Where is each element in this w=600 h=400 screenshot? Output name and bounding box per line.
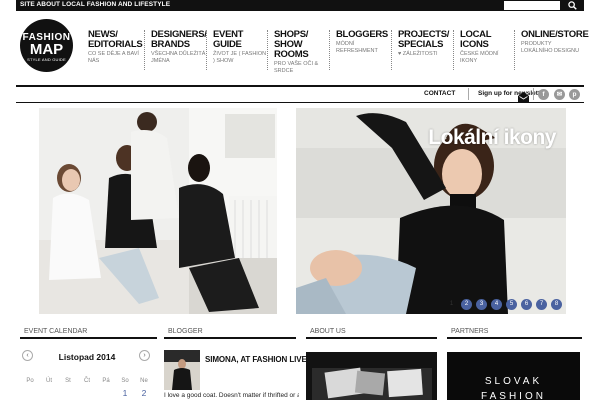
about-us-image[interactable] xyxy=(306,352,437,400)
calendar-month: Listopad 2014 xyxy=(58,352,116,362)
logo-line-2: MAP xyxy=(29,41,64,58)
slider-dot-3[interactable]: 3 xyxy=(476,299,487,310)
partner-name-line-1: SLOVAK xyxy=(484,376,543,387)
nav-item-online-store[interactable]: ONLINE/STORE PRODUKTY LOKÁLNÍHO DESIGNU xyxy=(514,29,589,70)
nav-item-shops[interactable]: SHOPS/ SHOW ROOMS PRO VAŠE OČI & SRDCE xyxy=(267,29,329,74)
nav-subtitle: ♥ ZÁLEŽITOSTI xyxy=(398,51,438,57)
featured-photo-group[interactable] xyxy=(39,108,277,314)
partner-name-line-2: FASHION xyxy=(481,391,546,400)
utility-bar: CONTACT Sign up for newsletter f ✉ p xyxy=(16,88,584,102)
calendar-date[interactable]: 1 xyxy=(116,388,134,398)
section-heading-about: ABOUT US xyxy=(306,325,437,339)
nav-subtitle: PRODUKTY LOKÁLNÍHO DESIGNU xyxy=(521,41,580,54)
newsletter-link[interactable]: Sign up for newsletter xyxy=(478,90,546,97)
partner-logo-slovak-fashion[interactable]: SLOVAK FASHION xyxy=(447,352,580,400)
weekday: St xyxy=(65,378,71,384)
slider-dot-8[interactable]: 8 xyxy=(551,299,562,310)
search-icon xyxy=(567,1,577,10)
nav-subtitle: VŠECHNA DŮLEŽITÁ JMÉNA xyxy=(151,51,206,64)
nav-item-projects[interactable]: PROJECTS/ SPECIALS ♥ ZÁLEŽITOSTI xyxy=(391,30,453,70)
contact-link[interactable]: CONTACT xyxy=(424,90,455,97)
calendar-prev-button[interactable]: ‹ xyxy=(22,350,33,361)
nav-item-designers[interactable]: DESIGNERS/ BRANDS VŠECHNA DŮLEŽITÁ JMÉNA xyxy=(144,29,207,70)
nav-title: NEWS/ EDITORIALS xyxy=(88,29,143,50)
weekday: Po xyxy=(26,378,34,384)
slider-dot-6[interactable]: 6 xyxy=(521,299,532,310)
slider-dot-5[interactable]: 5 xyxy=(506,299,517,310)
slider-dot-2[interactable]: 2 xyxy=(461,299,472,310)
nav-title: SHOPS/ SHOW ROOMS xyxy=(274,29,309,60)
nav-title: PROJECTS/ SPECIALS xyxy=(398,29,450,50)
slider-dot-7[interactable]: 7 xyxy=(536,299,547,310)
slider-dot-4[interactable]: 4 xyxy=(491,299,502,310)
section-heading-label: EVENT CALENDAR xyxy=(24,328,88,335)
section-heading-partners: PARTNERS xyxy=(447,325,582,339)
nav-title: EVENT GUIDE xyxy=(213,29,244,50)
top-bar: SITE ABOUT LOCAL FASHION AND LIFESTYLE xyxy=(16,0,584,11)
header-divider xyxy=(16,85,584,87)
divider xyxy=(533,88,534,100)
blog-post-title[interactable]: SIMONA, AT FASHION LIVE! xyxy=(205,355,309,364)
slider-dot-1[interactable]: 1 xyxy=(446,299,457,310)
section-heading-calendar: EVENT CALENDAR xyxy=(20,325,157,339)
nav-title: LOCAL ICONS xyxy=(460,29,492,50)
weekday: Ne xyxy=(140,378,148,384)
weekday: So xyxy=(121,378,129,384)
hero-slider[interactable]: Lokální ikony 1 2 3 4 5 6 7 8 xyxy=(296,108,566,314)
nav-subtitle: ČESKÉ MÓDNÍ IKONY xyxy=(460,51,499,64)
calendar-date[interactable]: 2 xyxy=(135,388,153,398)
divider xyxy=(468,88,469,100)
nav-item-news[interactable]: NEWS/ EDITORIALS CO SE DĚJE A BAVÍ NÁS xyxy=(82,30,144,70)
section-heading-label: ABOUT US xyxy=(310,328,346,335)
facebook-icon[interactable]: f xyxy=(538,89,549,100)
nav-title: BLOGGERS xyxy=(336,29,388,40)
pinterest-icon[interactable]: p xyxy=(569,89,580,100)
blog-post-excerpt: I love a good coat. Doesn't matter if th… xyxy=(164,392,299,399)
nav-item-local-icons[interactable]: LOCAL ICONS ČESKÉ MÓDNÍ IKONY xyxy=(453,30,514,70)
blog-post-thumbnail[interactable] xyxy=(164,350,200,390)
section-heading-label: PARTNERS xyxy=(451,328,489,335)
slide-title: Lokální ikony xyxy=(428,126,556,149)
slider-pagination: 1 2 3 4 5 6 7 8 xyxy=(446,299,562,310)
nav-item-bloggers[interactable]: BLOGGERS MÓDNÍ REFRESHMENT xyxy=(329,30,391,70)
nav-title: DESIGNERS/ BRANDS xyxy=(151,29,207,50)
logo-line-3: STYLE AND GUIDE xyxy=(27,57,66,62)
site-logo[interactable]: FASHION MAP STYLE AND GUIDE xyxy=(20,19,73,72)
weekday: Pá xyxy=(102,378,110,384)
newsletter-envelope-icon[interactable] xyxy=(518,89,529,107)
email-icon[interactable]: ✉ xyxy=(554,89,565,100)
site-tagline: SITE ABOUT LOCAL FASHION AND LIFESTYLE xyxy=(20,1,171,8)
header-divider xyxy=(16,102,584,103)
search-button[interactable] xyxy=(560,0,584,11)
calendar-weekdays: Po Út St Čt Pá So Ne xyxy=(20,378,157,388)
section-heading-blogger: BLOGGER xyxy=(164,325,296,339)
nav-subtitle: CO SE DĚJE A BAVÍ NÁS xyxy=(88,51,139,64)
calendar-dates: 1 2 xyxy=(20,388,157,400)
nav-title: ONLINE/STORE xyxy=(521,29,589,40)
weekday: Čt xyxy=(84,378,90,384)
calendar-next-button[interactable]: › xyxy=(139,350,150,361)
nav-subtitle: MÓDNÍ REFRESHMENT xyxy=(336,41,378,54)
search-input[interactable] xyxy=(504,1,560,10)
section-heading-label: BLOGGER xyxy=(168,328,203,335)
nav-item-event-guide[interactable]: EVENT GUIDE ŽIVOT JE ( FASHION ) SHOW xyxy=(206,30,267,70)
nav-subtitle: ŽIVOT JE ( FASHION ) SHOW xyxy=(213,51,267,64)
nav-subtitle: PRO VAŠE OČI & SRDCE xyxy=(274,61,319,74)
weekday: Út xyxy=(46,378,52,384)
